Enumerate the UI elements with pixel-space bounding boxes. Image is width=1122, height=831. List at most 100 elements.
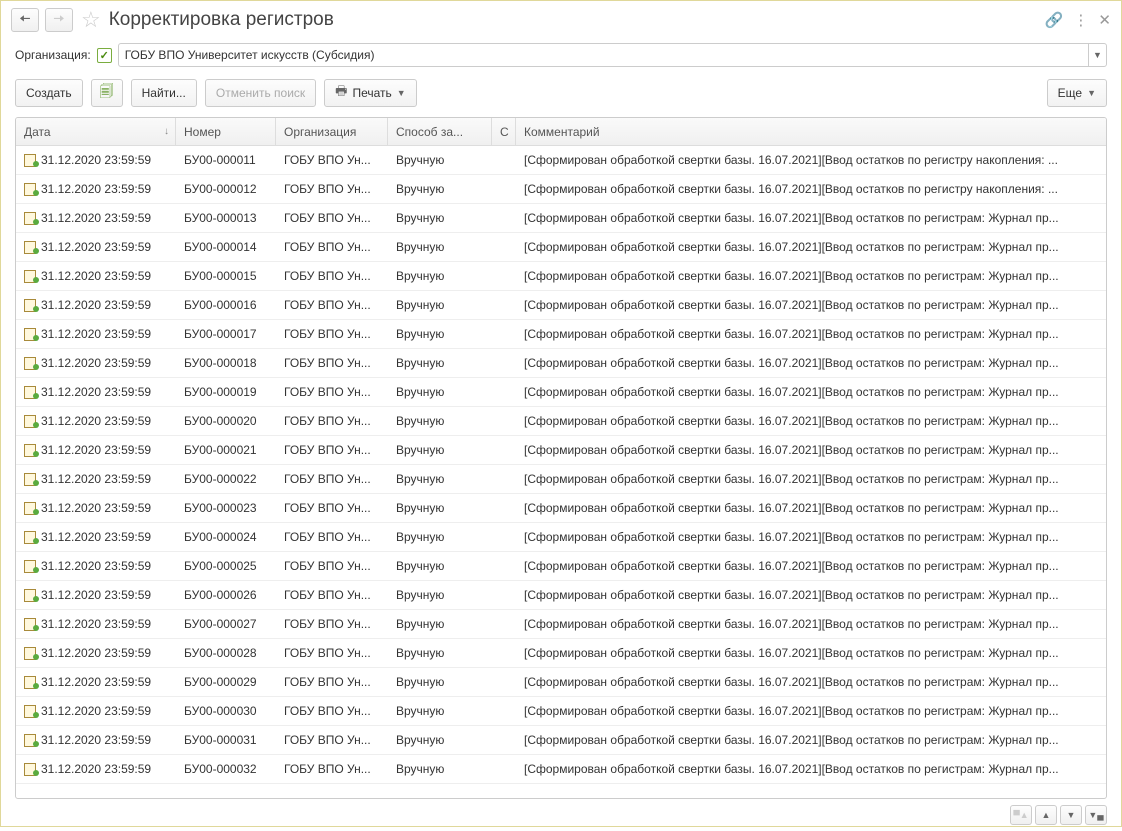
cell-method: Вручную — [388, 436, 492, 464]
cell-org: ГОБУ ВПО Ун... — [276, 465, 388, 493]
cell-date: 31.12.2020 23:59:59 — [16, 378, 176, 406]
cell-comment: [Сформирован обработкой свертки базы. 16… — [516, 349, 1106, 377]
link-icon[interactable]: 🔗 — [1045, 11, 1064, 29]
cell-date: 31.12.2020 23:59:59 — [16, 523, 176, 551]
table-row[interactable]: 31.12.2020 23:59:59БУ00-000031ГОБУ ВПО У… — [16, 726, 1106, 755]
cell-date: 31.12.2020 23:59:59 — [16, 581, 176, 609]
cell-method: Вручную — [388, 407, 492, 435]
cell-comment: [Сформирован обработкой свертки базы. 16… — [516, 407, 1106, 435]
cell-comment: [Сформирован обработкой свертки базы. 16… — [516, 523, 1106, 551]
cell-method: Вручную — [388, 262, 492, 290]
cell-number: БУ00-000027 — [176, 610, 276, 638]
cell-method: Вручную — [388, 668, 492, 696]
column-c[interactable]: С — [492, 118, 516, 145]
table-row[interactable]: 31.12.2020 23:59:59БУ00-000020ГОБУ ВПО У… — [16, 407, 1106, 436]
table-row[interactable]: 31.12.2020 23:59:59БУ00-000018ГОБУ ВПО У… — [16, 349, 1106, 378]
column-comment[interactable]: Комментарий — [516, 118, 1106, 145]
cell-number: БУ00-000014 — [176, 233, 276, 261]
scroll-up-button[interactable]: ▲ — [1035, 805, 1057, 825]
cancel-search-button[interactable]: Отменить поиск — [205, 79, 316, 107]
table-row[interactable]: 31.12.2020 23:59:59БУ00-000014ГОБУ ВПО У… — [16, 233, 1106, 262]
cell-comment: [Сформирован обработкой свертки базы. 16… — [516, 581, 1106, 609]
toolbar: Создать 🗐 Найти... Отменить поиск 🖶 Печа… — [1, 75, 1121, 117]
table-row[interactable]: 31.12.2020 23:59:59БУ00-000032ГОБУ ВПО У… — [16, 755, 1106, 784]
cell-org: ГОБУ ВПО Ун... — [276, 378, 388, 406]
table-row[interactable]: 31.12.2020 23:59:59БУ00-000023ГОБУ ВПО У… — [16, 494, 1106, 523]
cell-method: Вручную — [388, 349, 492, 377]
cell-org: ГОБУ ВПО Ун... — [276, 639, 388, 667]
chevron-down-icon[interactable]: ▼ — [1088, 44, 1106, 66]
table-row[interactable]: 31.12.2020 23:59:59БУ00-000024ГОБУ ВПО У… — [16, 523, 1106, 552]
find-button[interactable]: Найти... — [131, 79, 197, 107]
cell-c — [492, 494, 516, 522]
cell-c — [492, 320, 516, 348]
column-org[interactable]: Организация — [276, 118, 388, 145]
cell-number: БУ00-000011 — [176, 146, 276, 174]
org-filter-checkbox[interactable]: ✓ — [97, 48, 112, 63]
document-icon — [24, 357, 38, 369]
document-icon — [24, 270, 38, 282]
table-row[interactable]: 31.12.2020 23:59:59БУ00-000015ГОБУ ВПО У… — [16, 262, 1106, 291]
cell-number: БУ00-000021 — [176, 436, 276, 464]
scroll-down-button[interactable]: ▼ — [1060, 805, 1082, 825]
cell-org: ГОБУ ВПО Ун... — [276, 291, 388, 319]
cell-comment: [Сформирован обработкой свертки базы. 16… — [516, 494, 1106, 522]
create-button[interactable]: Создать — [15, 79, 83, 107]
grid: Дата ↓ Номер Организация Способ за... С … — [15, 117, 1107, 799]
table-row[interactable]: 31.12.2020 23:59:59БУ00-000019ГОБУ ВПО У… — [16, 378, 1106, 407]
column-method[interactable]: Способ за... — [388, 118, 492, 145]
forward-button[interactable]: 🠦 — [45, 8, 73, 32]
cell-c — [492, 407, 516, 435]
refresh-button[interactable]: 🗐 — [91, 79, 123, 107]
cell-org: ГОБУ ВПО Ун... — [276, 233, 388, 261]
document-icon — [24, 531, 38, 543]
cell-number: БУ00-000017 — [176, 320, 276, 348]
table-row[interactable]: 31.12.2020 23:59:59БУ00-000022ГОБУ ВПО У… — [16, 465, 1106, 494]
table-row[interactable]: 31.12.2020 23:59:59БУ00-000027ГОБУ ВПО У… — [16, 610, 1106, 639]
close-icon[interactable]: ✕ — [1098, 11, 1111, 29]
cell-date: 31.12.2020 23:59:59 — [16, 146, 176, 174]
table-row[interactable]: 31.12.2020 23:59:59БУ00-000028ГОБУ ВПО У… — [16, 639, 1106, 668]
cell-date: 31.12.2020 23:59:59 — [16, 204, 176, 232]
cell-org: ГОБУ ВПО Ун... — [276, 552, 388, 580]
table-row[interactable]: 31.12.2020 23:59:59БУ00-000025ГОБУ ВПО У… — [16, 552, 1106, 581]
cell-c — [492, 233, 516, 261]
document-icon — [24, 589, 38, 601]
table-row[interactable]: 31.12.2020 23:59:59БУ00-000030ГОБУ ВПО У… — [16, 697, 1106, 726]
print-button[interactable]: 🖶 Печать ▼ — [324, 79, 417, 107]
document-icon — [24, 415, 38, 427]
more-button[interactable]: Еще ▼ — [1047, 79, 1107, 107]
cell-method: Вручную — [388, 320, 492, 348]
table-row[interactable]: 31.12.2020 23:59:59БУ00-000016ГОБУ ВПО У… — [16, 291, 1106, 320]
scroll-bottom-button[interactable]: ▼▄ — [1085, 805, 1107, 825]
column-date[interactable]: Дата ↓ — [16, 118, 176, 145]
table-row[interactable]: 31.12.2020 23:59:59БУ00-000021ГОБУ ВПО У… — [16, 436, 1106, 465]
cell-number: БУ00-000024 — [176, 523, 276, 551]
cell-date: 31.12.2020 23:59:59 — [16, 697, 176, 725]
table-row[interactable]: 31.12.2020 23:59:59БУ00-000012ГОБУ ВПО У… — [16, 175, 1106, 204]
cell-org: ГОБУ ВПО Ун... — [276, 320, 388, 348]
cell-c — [492, 610, 516, 638]
kebab-menu-icon[interactable]: ⋮ — [1073, 11, 1088, 29]
cell-method: Вручную — [388, 175, 492, 203]
table-row[interactable]: 31.12.2020 23:59:59БУ00-000026ГОБУ ВПО У… — [16, 581, 1106, 610]
table-row[interactable]: 31.12.2020 23:59:59БУ00-000011ГОБУ ВПО У… — [16, 146, 1106, 175]
cell-method: Вручную — [388, 610, 492, 638]
cell-number: БУ00-000022 — [176, 465, 276, 493]
table-row[interactable]: 31.12.2020 23:59:59БУ00-000017ГОБУ ВПО У… — [16, 320, 1106, 349]
cell-number: БУ00-000016 — [176, 291, 276, 319]
table-row[interactable]: 31.12.2020 23:59:59БУ00-000029ГОБУ ВПО У… — [16, 668, 1106, 697]
favorite-star-icon[interactable]: ☆ — [81, 7, 101, 33]
back-button[interactable]: 🠤 — [11, 8, 39, 32]
cell-c — [492, 755, 516, 783]
printer-icon: 🖶 — [335, 82, 347, 104]
cell-method: Вручную — [388, 755, 492, 783]
org-input[interactable]: ГОБУ ВПО Университет искусств (Субсидия)… — [118, 43, 1107, 67]
table-row[interactable]: 31.12.2020 23:59:59БУ00-000013ГОБУ ВПО У… — [16, 204, 1106, 233]
scroll-top-button[interactable]: ▀▲ — [1010, 805, 1032, 825]
cell-org: ГОБУ ВПО Ун... — [276, 262, 388, 290]
cell-c — [492, 581, 516, 609]
cell-method: Вручную — [388, 697, 492, 725]
document-icon — [24, 734, 38, 746]
column-number[interactable]: Номер — [176, 118, 276, 145]
